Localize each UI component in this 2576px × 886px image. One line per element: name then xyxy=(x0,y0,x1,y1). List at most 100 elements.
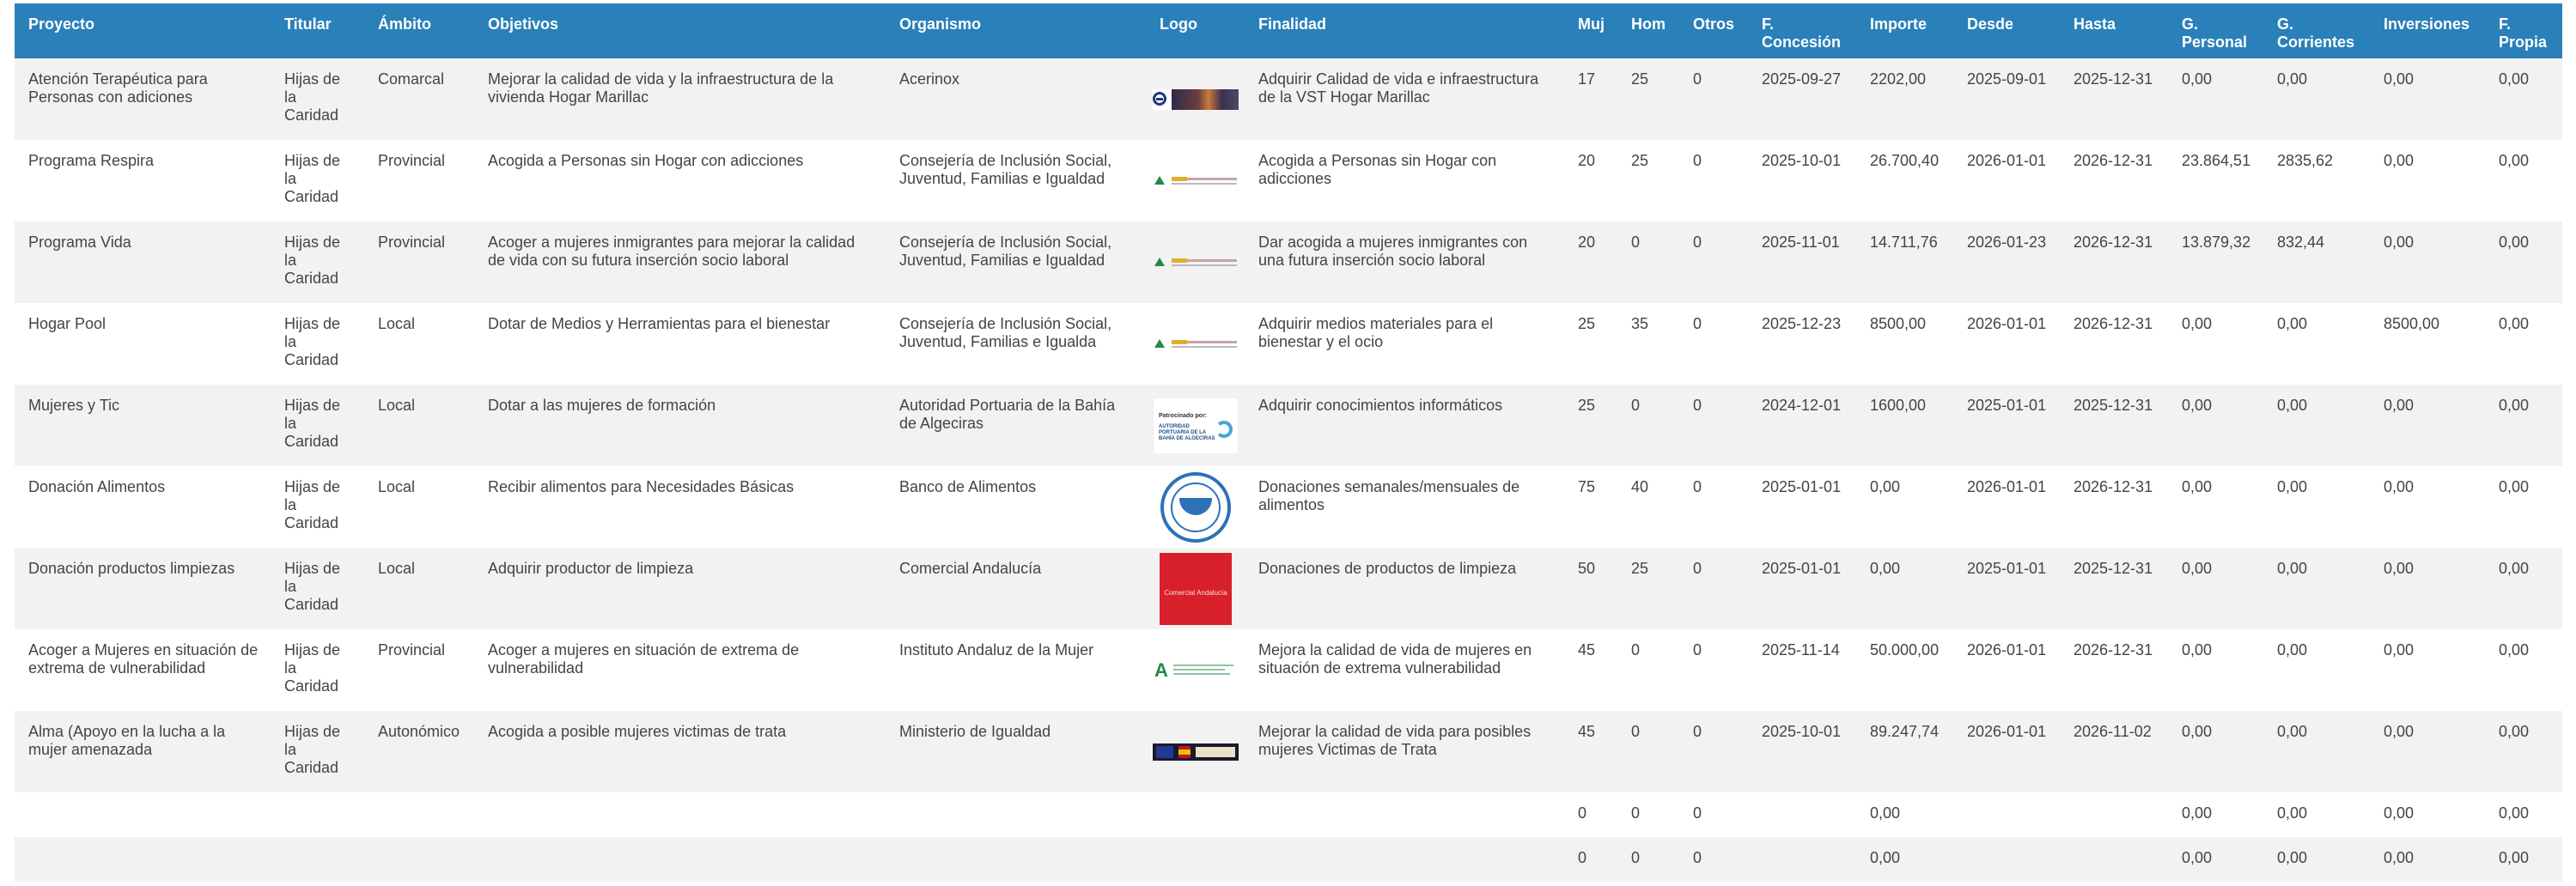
header-col-importe[interactable]: Importe xyxy=(1856,3,1953,58)
cell-muj: 25 xyxy=(1564,303,1617,385)
cell-otros: 0 xyxy=(1679,385,1748,466)
cell-proyecto: Mujeres y Tic xyxy=(15,385,271,466)
header-col-otros[interactable]: Otros xyxy=(1679,3,1748,58)
header-col-objetivos[interactable]: Objetivos xyxy=(474,3,886,58)
cell-importe: 0,00 xyxy=(1856,548,1953,629)
header-col-hom[interactable]: Hom xyxy=(1617,3,1679,58)
header-col-muj[interactable]: Muj xyxy=(1564,3,1617,58)
cell-organismo: Ministerio de Igualdad xyxy=(886,711,1146,792)
table-row[interactable]: Programa Respira Hijas de la Caridad Provi… xyxy=(15,140,2562,222)
junta-logo xyxy=(1153,234,1239,291)
cell-logo xyxy=(1146,58,1245,140)
cell-titular: Hijas de la Caridad xyxy=(271,466,364,548)
cell-f-propia: 0,00 xyxy=(2485,466,2562,548)
cell-concesion: 2025-11-01 xyxy=(1748,222,1856,303)
cell-proyecto: Atención Terapéutica para Personas con a… xyxy=(15,58,271,140)
cell-muj: 50 xyxy=(1564,548,1617,629)
cell-desde: 2025-01-01 xyxy=(1953,385,2060,466)
cell-concesion: 2025-11-14 xyxy=(1748,629,1856,711)
total-hom: 0 xyxy=(1617,837,1679,882)
cell-importe: 0,00 xyxy=(1856,466,1953,548)
junta-logo xyxy=(1153,316,1239,373)
cell-finalidad: Donaciones semanales/mensuales de alimen… xyxy=(1245,466,1564,548)
cell-inversiones: 0,00 xyxy=(2370,711,2485,792)
cell-desde: 2026-01-01 xyxy=(1953,303,2060,385)
cell-organismo: Comercial Andalucía xyxy=(886,548,1146,629)
cell-ambito: Local xyxy=(364,466,474,548)
header-col-g-personal[interactable]: G. Personal xyxy=(2168,3,2263,58)
table-row[interactable]: Acoger a Mujeres en situación de extrema… xyxy=(15,629,2562,711)
header-col-hasta[interactable]: Hasta xyxy=(2060,3,2168,58)
cell-objetivos: Acoger a mujeres en situación de extrema… xyxy=(474,629,886,711)
cell-titular: Hijas de la Caridad xyxy=(271,58,364,140)
total-logo xyxy=(1146,792,1245,837)
cell-muj: 75 xyxy=(1564,466,1617,548)
header-col-proyecto[interactable]: Proyecto xyxy=(15,3,271,58)
cell-importe: 26.700,40 xyxy=(1856,140,1953,222)
table-row[interactable]: Donación Alimentos Hijas de la Caridad Loc… xyxy=(15,466,2562,548)
cell-hasta: 2026-12-31 xyxy=(2060,303,2168,385)
cell-f-propia: 0,00 xyxy=(2485,222,2562,303)
total-titular xyxy=(271,792,364,837)
cell-logo xyxy=(1146,711,1245,792)
cell-concesion: 2025-10-01 xyxy=(1748,711,1856,792)
cell-hasta: 2025-12-31 xyxy=(2060,58,2168,140)
table-row[interactable]: Donación productos limpiezas Hijas de la … xyxy=(15,548,2562,629)
cell-proyecto: Hogar Pool xyxy=(15,303,271,385)
cell-otros: 0 xyxy=(1679,222,1748,303)
table-row[interactable]: Alma (Apoyo en la lucha a la mujer amena… xyxy=(15,711,2562,792)
header-col-logo[interactable]: Logo xyxy=(1146,3,1245,58)
cell-logo: Patrocinado por: AUTORIDAD PORTUARIA DE L… xyxy=(1146,385,1245,466)
cell-importe: 14.711,76 xyxy=(1856,222,1953,303)
cell-organismo: Acerinox xyxy=(886,58,1146,140)
cell-desde: 2026-01-23 xyxy=(1953,222,2060,303)
header-col-inversiones[interactable]: Inversiones xyxy=(2370,3,2485,58)
cell-finalidad: Mejorar la calidad de vida para posibles… xyxy=(1245,711,1564,792)
total-inversiones: 0,00 xyxy=(2370,792,2485,837)
header-col-organismo[interactable]: Organismo xyxy=(886,3,1146,58)
cell-desde: 2025-01-01 xyxy=(1953,548,2060,629)
total-ambito xyxy=(364,792,474,837)
total-hom: 0 xyxy=(1617,792,1679,837)
cell-g-corrientes: 0,00 xyxy=(2263,711,2370,792)
total-muj: 0 xyxy=(1564,837,1617,882)
header-col-ambito[interactable]: Ámbito xyxy=(364,3,474,58)
cell-ambito: Provincial xyxy=(364,629,474,711)
cell-concesion: 2025-12-23 xyxy=(1748,303,1856,385)
cell-importe: 8500,00 xyxy=(1856,303,1953,385)
header-col-desde[interactable]: Desde xyxy=(1953,3,2060,58)
table-row[interactable]: Hogar Pool Hijas de la Caridad Local Dotar … xyxy=(15,303,2562,385)
header-col-f-propia[interactable]: F. Propia xyxy=(2485,3,2562,58)
cell-proyecto: Programa Respira xyxy=(15,140,271,222)
header-col-finalidad[interactable]: Finalidad xyxy=(1245,3,1564,58)
cell-g-corrientes: 0,00 xyxy=(2263,466,2370,548)
cell-g-personal: 23.864,51 xyxy=(2168,140,2263,222)
banco-logo xyxy=(1153,471,1239,543)
total-hasta xyxy=(2060,837,2168,882)
cell-g-personal: 0,00 xyxy=(2168,629,2263,711)
cell-concesion: 2025-01-01 xyxy=(1748,548,1856,629)
comercial-logo: Comercial Andalucía xyxy=(1153,552,1239,625)
cell-concesion: 2025-01-01 xyxy=(1748,466,1856,548)
header-col-concesion[interactable]: F. Concesión xyxy=(1748,3,1856,58)
header-col-titular[interactable]: Titular xyxy=(271,3,364,58)
table-row[interactable]: Mujeres y Tic Hijas de la Caridad Local Dot… xyxy=(15,385,2562,466)
header-col-g-corrientes[interactable]: G. Corrientes xyxy=(2263,3,2370,58)
table-row[interactable]: Programa Vida Hijas de la Caridad Provinci… xyxy=(15,222,2562,303)
cell-concesion: 2025-09-27 xyxy=(1748,58,1856,140)
cell-titular: Hijas de la Caridad xyxy=(271,629,364,711)
cell-inversiones: 8500,00 xyxy=(2370,303,2485,385)
cell-importe: 1600,00 xyxy=(1856,385,1953,466)
cell-g-corrientes: 832,44 xyxy=(2263,222,2370,303)
cell-g-corrientes: 0,00 xyxy=(2263,629,2370,711)
cell-hom: 35 xyxy=(1617,303,1679,385)
projects-table-container: Proyecto Titular Ámbito Objetivos Organismo L… xyxy=(15,3,2562,882)
totals-row: 0 0 0 0,00 0,00 0,00 0,00 0,00 xyxy=(15,792,2562,837)
cell-finalidad: Acogida a Personas sin Hogar con adiccio… xyxy=(1245,140,1564,222)
cell-muj: 17 xyxy=(1564,58,1617,140)
cell-ambito: Provincial xyxy=(364,140,474,222)
cell-hom: 25 xyxy=(1617,58,1679,140)
table-row[interactable]: Atención Terapéutica para Personas con a… xyxy=(15,58,2562,140)
cell-hom: 0 xyxy=(1617,385,1679,466)
total-logo xyxy=(1146,837,1245,882)
